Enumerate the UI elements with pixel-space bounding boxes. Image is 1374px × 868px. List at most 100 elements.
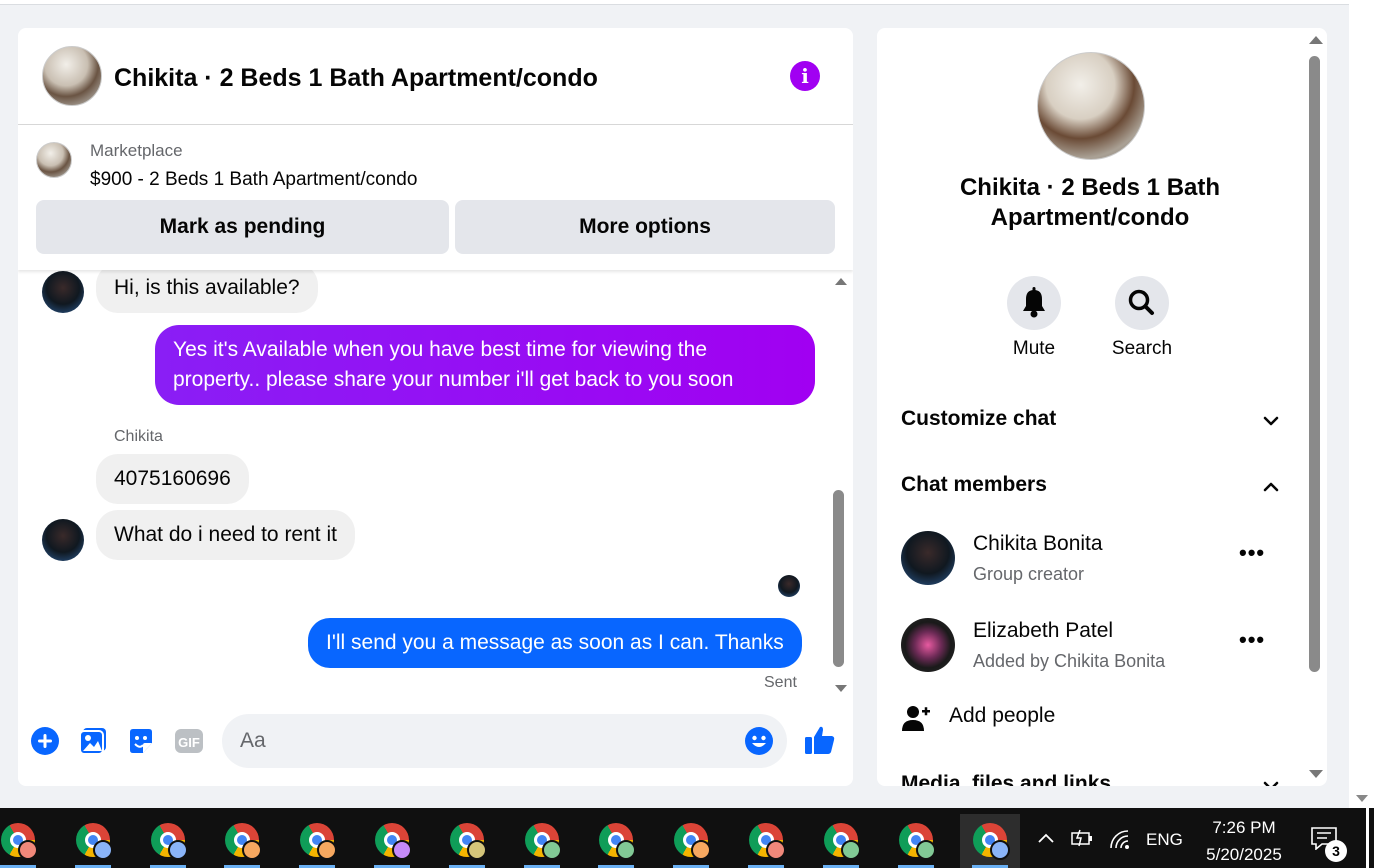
message-line: property.. please share your number i'll… (173, 368, 734, 391)
taskbar-chrome-button[interactable] (811, 814, 871, 868)
profile-badge-icon (317, 840, 337, 860)
chat-members-section[interactable]: Chat members (901, 473, 1281, 497)
section-label: Media, files and links (901, 772, 1112, 786)
member-avatar[interactable] (901, 531, 955, 585)
scroll-down-arrow-icon[interactable] (835, 685, 847, 692)
message-bubble-out[interactable]: I'll send you a message as soon as I can… (308, 618, 802, 668)
message-bubble-out[interactable]: Yes it's Available when you have best ti… (155, 325, 815, 405)
taskbar-chrome-button[interactable] (512, 814, 572, 868)
taskbar-chrome-button[interactable] (212, 814, 272, 868)
search-button[interactable] (1115, 276, 1169, 330)
listing-avatar-large[interactable] (1037, 52, 1145, 160)
chevron-down-icon (1263, 416, 1279, 426)
browser-top-strip (0, 0, 1374, 5)
scroll-down-arrow-icon[interactable] (1309, 770, 1323, 778)
taskbar-chrome-button[interactable] (287, 814, 347, 868)
page-scrollbar[interactable] (1349, 0, 1374, 808)
profile-badge-icon (168, 840, 188, 860)
taskbar-chrome-button[interactable] (661, 814, 721, 868)
sender-name: Chikita (114, 428, 163, 445)
search-icon (1128, 289, 1154, 315)
scroll-down-arrow-icon[interactable] (1356, 795, 1368, 802)
media-files-links-section[interactable]: Media, files and links (901, 772, 1281, 786)
scrollbar-thumb[interactable] (833, 490, 844, 667)
thumbs-up-icon[interactable] (804, 724, 836, 756)
message-input[interactable] (222, 714, 787, 768)
taskbar-chrome-button[interactable] (886, 814, 946, 868)
taskbar-chrome-button[interactable] (736, 814, 796, 868)
message-bubble-in[interactable]: What do i need to rent it (96, 510, 355, 560)
battery-icon[interactable] (1070, 828, 1094, 848)
chat-header: Chikita · 2 Beds 1 Bath Apartment/condo … (18, 28, 853, 125)
info-icon[interactable]: i (790, 61, 820, 91)
member-role: Added by Chikita Bonita (973, 651, 1166, 671)
profile-badge-icon (841, 840, 861, 860)
scrollbar-thumb[interactable] (1309, 56, 1320, 672)
scroll-up-arrow-icon[interactable] (835, 278, 847, 285)
member-name[interactable]: Elizabeth Patel (973, 619, 1113, 643)
photo-gallery-icon[interactable] (78, 726, 108, 756)
taskbar-chrome-button[interactable] (63, 814, 123, 868)
title-line: Apartment/condo (990, 204, 1190, 231)
member-options-icon[interactable]: ••• (1239, 627, 1265, 653)
wifi-icon[interactable] (1108, 828, 1132, 850)
chat-panel: Chikita · 2 Beds 1 Bath Apartment/condo … (18, 28, 853, 786)
taskbar-chrome-button[interactable] (586, 814, 646, 868)
show-desktop-button[interactable] (1366, 808, 1369, 868)
conversation-info-panel: Chikita · 2 Beds 1 Bath Apartment/condo … (877, 28, 1327, 786)
marketplace-card: Marketplace $900 - 2 Beds 1 Bath Apartme… (18, 125, 853, 270)
clock-date: 5/20/2025 (1206, 845, 1282, 864)
sender-avatar[interactable] (42, 271, 84, 313)
add-person-icon[interactable] (901, 703, 931, 733)
search-label: Search (1111, 338, 1173, 359)
gif-icon[interactable]: GIF (174, 726, 204, 756)
profile-badge-icon (542, 840, 562, 860)
message-bubble-in[interactable]: Hi, is this available? (96, 263, 318, 313)
member-options-icon[interactable]: ••• (1239, 540, 1265, 566)
listing-thumbnail[interactable] (36, 142, 72, 178)
profile-badge-icon (467, 840, 487, 860)
listing-avatar[interactable] (42, 46, 102, 106)
message-list: Hi, is this available? Yes it's Availabl… (18, 263, 853, 700)
taskbar-chrome-button[interactable] (437, 814, 497, 868)
listing-price-title[interactable]: $900 - 2 Beds 1 Bath Apartment/condo (90, 169, 417, 191)
notification-count-badge: 3 (1325, 840, 1347, 862)
sender-avatar[interactable] (42, 519, 84, 561)
bell-icon (1023, 287, 1045, 318)
profile-badge-icon (93, 840, 113, 860)
profile-badge-icon (18, 840, 38, 860)
title-line: Chikita · 2 Beds 1 Bath (959, 174, 1221, 201)
chevron-up-icon[interactable] (1036, 830, 1056, 846)
chevron-down-icon (1263, 781, 1279, 786)
message-bubble-in[interactable]: 4075160696 (96, 454, 249, 504)
emoji-icon[interactable] (744, 726, 774, 756)
chat-title[interactable]: Chikita · 2 Beds 1 Bath Apartment/condo (114, 64, 598, 93)
customize-chat-section[interactable]: Customize chat (901, 407, 1281, 431)
taskbar-clock[interactable]: 7:26 PM 5/20/2025 (1196, 814, 1292, 868)
message-composer: GIF (18, 700, 853, 786)
add-people-button[interactable]: Add people (949, 704, 1055, 728)
seen-receipt-avatar (778, 575, 800, 597)
windows-taskbar: ENG 7:26 PM 5/20/2025 3 (0, 808, 1374, 868)
member-avatar[interactable] (901, 618, 955, 672)
taskbar-chrome-button[interactable] (0, 814, 48, 868)
marketplace-label: Marketplace (90, 141, 183, 160)
profile-badge-icon (242, 840, 262, 860)
conversation-title: Chikita · 2 Beds 1 Bath Apartment/condo (917, 173, 1263, 233)
message-scrollbar[interactable] (830, 270, 852, 700)
sticker-icon[interactable] (126, 726, 156, 756)
taskbar-chrome-button[interactable] (138, 814, 198, 868)
taskbar-chrome-button[interactable] (960, 814, 1020, 868)
mark-as-pending-button[interactable]: Mark as pending (36, 200, 449, 254)
info-panel-scrollbar[interactable] (1304, 28, 1327, 786)
plus-circle-icon[interactable] (30, 726, 60, 756)
gif-label: GIF (178, 735, 200, 750)
section-label: Chat members (901, 473, 1047, 496)
more-options-button[interactable]: More options (455, 200, 835, 254)
member-name[interactable]: Chikita Bonita (973, 532, 1103, 556)
mute-button[interactable] (1007, 276, 1061, 330)
scroll-up-arrow-icon[interactable] (1309, 36, 1323, 44)
language-indicator[interactable]: ENG (1146, 830, 1183, 850)
taskbar-chrome-button[interactable] (362, 814, 422, 868)
profile-badge-icon (990, 840, 1010, 860)
